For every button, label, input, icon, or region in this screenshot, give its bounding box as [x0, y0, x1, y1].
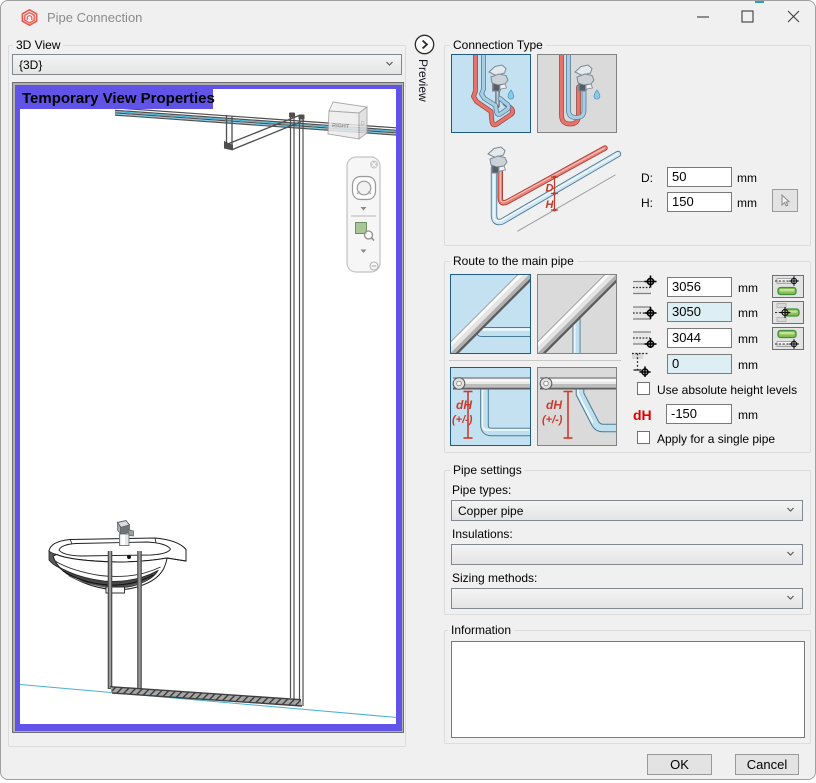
svg-text:D: D — [361, 121, 365, 127]
svg-text:(+/-): (+/-) — [542, 414, 563, 426]
svg-text:dH: dH — [456, 398, 472, 412]
svg-text:RIGHT: RIGHT — [332, 123, 350, 130]
svg-text:dH: dH — [546, 398, 562, 412]
svg-text:(+/-): (+/-) — [452, 414, 473, 426]
svg-text:D: D — [546, 183, 554, 195]
svg-text:H: H — [546, 199, 555, 211]
